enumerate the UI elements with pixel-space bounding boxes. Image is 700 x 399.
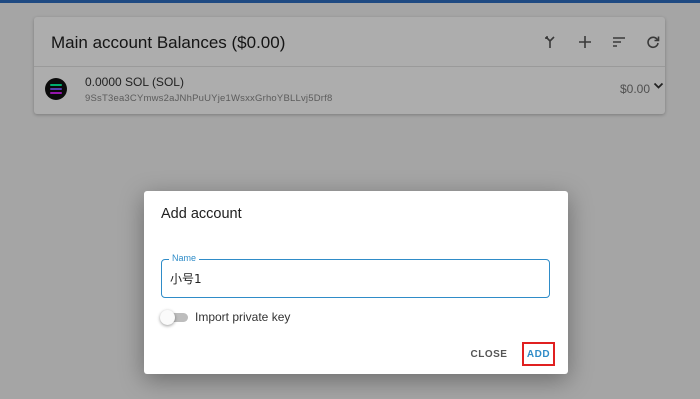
dialog-title: Add account: [161, 206, 242, 222]
name-field-label: Name: [169, 253, 200, 263]
name-field[interactable]: Name: [161, 253, 550, 298]
import-private-key-toggle[interactable]: [160, 310, 190, 325]
add-button[interactable]: ADD: [522, 342, 555, 366]
toggle-thumb: [160, 310, 175, 325]
add-account-dialog: Add account Name Import private key CLOS…: [144, 191, 568, 374]
import-private-key-label: Import private key: [195, 310, 291, 324]
name-input[interactable]: [170, 268, 540, 288]
close-button[interactable]: CLOSE: [466, 342, 512, 366]
